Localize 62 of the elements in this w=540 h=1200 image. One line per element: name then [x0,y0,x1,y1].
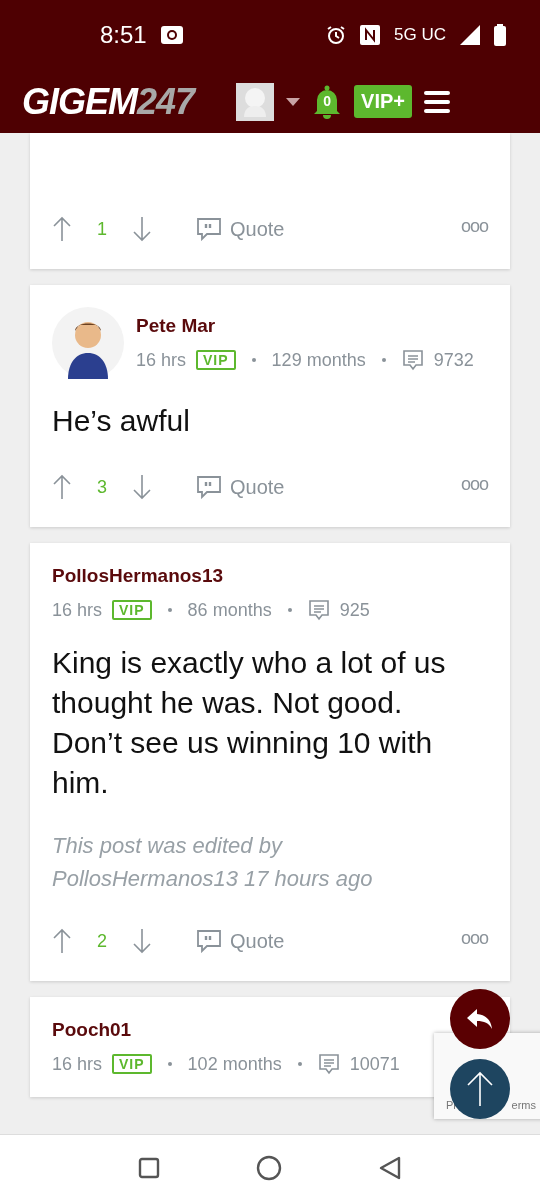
post-count: 10071 [349,1053,400,1075]
post-time: 16 hrs [52,1053,103,1075]
separator-dot [167,608,172,612]
more-button[interactable]: ooo [460,215,488,243]
quote-icon [196,475,222,499]
separator-dot [251,358,256,362]
vip-button[interactable]: VIP+ [354,85,412,118]
site-logo[interactable]: GIGEM247 [22,80,195,123]
signal-icon [460,25,480,45]
post-time: 16 hrs [52,599,103,621]
downvote-icon[interactable] [132,928,152,954]
author-name[interactable]: Pete Mar [136,315,474,337]
network-type: 5G UC [394,25,446,45]
message-icon [401,349,424,371]
more-button[interactable]: ooo [460,473,488,501]
recents-icon[interactable] [138,1156,160,1179]
separator-dot [297,1062,302,1066]
more-button[interactable]: ooo [460,927,488,955]
vote-count: 1 [96,218,108,240]
home-icon[interactable] [256,1154,282,1181]
author-name[interactable]: Pooch01 [52,1019,400,1041]
quote-icon [196,217,222,241]
caret-icon[interactable] [286,97,301,106]
post-body: He’s awful [52,403,191,439]
post-time: 16 hrs [136,349,187,371]
upvote-icon[interactable] [52,216,72,242]
quote-button[interactable]: Quote [196,475,285,499]
post-body: King is exactly who a lot of us thought he was. Not good. Don’t see us winning 10 with him. [52,645,447,801]
vip-badge: VIP [196,350,236,370]
membership-duration: 129 months [271,349,366,371]
author-name[interactable]: PollosHermanos13 [52,565,370,587]
arrow-up-icon [465,1071,495,1107]
separator-dot [287,608,292,612]
vip-badge: VIP [112,1054,152,1074]
edited-note: This post was edited by PollosHermanos13 17 hours ago [52,832,374,893]
vote-count: 2 [96,930,108,952]
separator-dot [381,358,386,362]
downvote-icon[interactable] [132,216,152,242]
quote-icon [196,929,222,953]
battery-icon [494,24,506,46]
message-icon [307,599,330,621]
post-count: 9732 [433,349,474,371]
menu-icon[interactable] [424,90,450,113]
upvote-icon[interactable] [52,928,72,954]
back-icon[interactable] [378,1155,402,1180]
nfc-icon [360,25,381,45]
post-count: 925 [339,599,370,621]
membership-duration: 86 months [187,599,272,621]
reply-icon [465,1007,495,1031]
downvote-icon[interactable] [132,474,152,500]
quote-button[interactable]: Quote [196,217,285,241]
alarm-icon [326,25,347,45]
user-avatar[interactable] [236,82,275,121]
message-icon [317,1053,340,1075]
screenshot-icon [160,26,183,44]
quote-button[interactable]: Quote [196,929,285,953]
separator-dot [167,1062,172,1066]
vip-badge: VIP [112,600,152,620]
upvote-icon[interactable] [52,474,72,500]
membership-duration: 102 months [187,1053,282,1075]
status-time: 8:51 [100,21,147,49]
vote-count: 3 [96,476,108,498]
